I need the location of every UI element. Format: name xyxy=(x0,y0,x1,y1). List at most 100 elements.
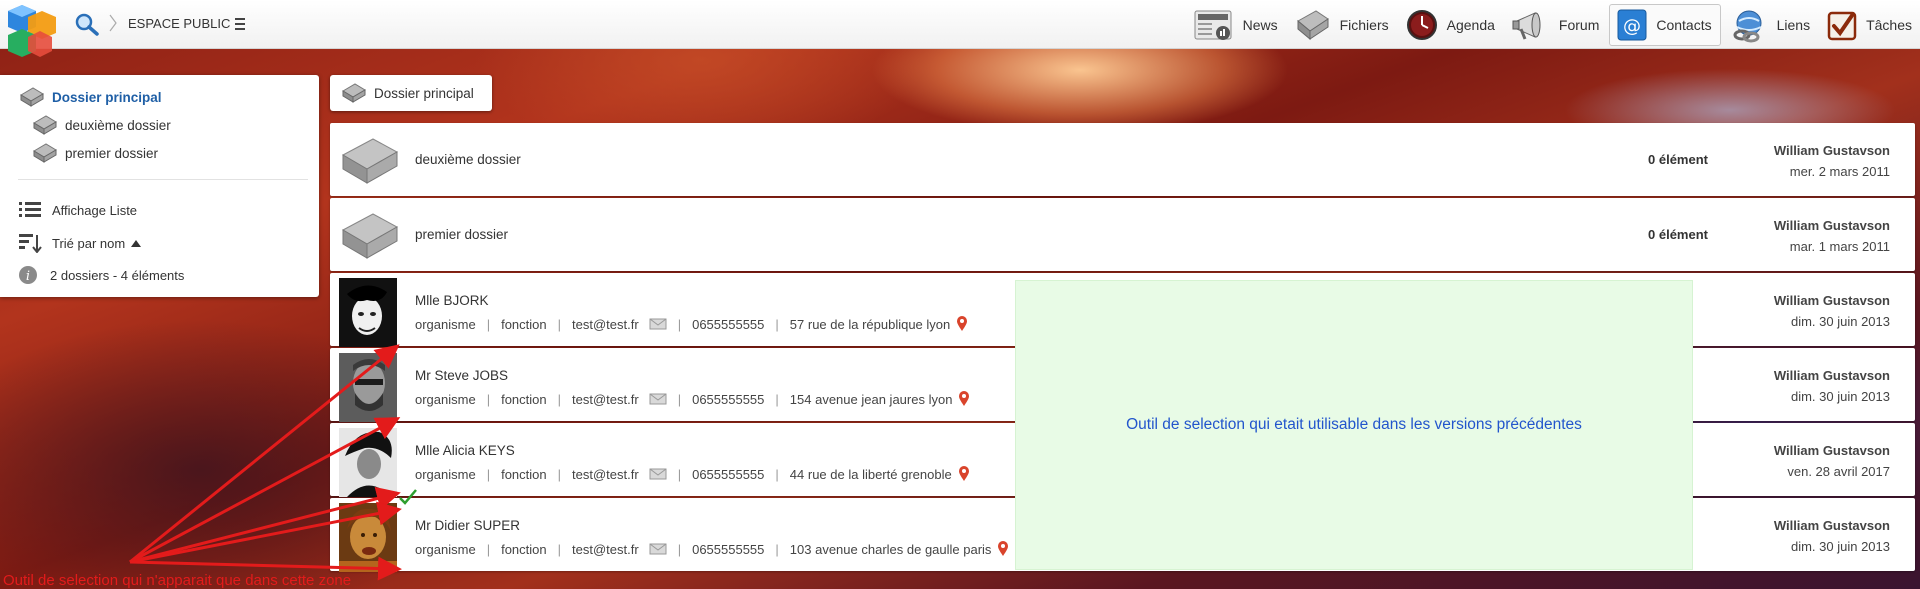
map-pin-icon[interactable] xyxy=(956,316,968,332)
contact-org: organisme xyxy=(415,541,476,557)
red-annotation: Outil de selection qui n'apparait que da… xyxy=(3,572,352,589)
folder-icon xyxy=(33,115,57,135)
folder-info: i 2 dossiers - 4 éléments xyxy=(18,265,184,285)
author: William Gustavson xyxy=(1773,218,1890,233)
select-checkmark-icon[interactable] xyxy=(398,488,418,506)
at-icon: @ xyxy=(1617,9,1647,40)
nav-agenda[interactable]: Agenda xyxy=(1399,4,1503,46)
contact-address: 154 avenue jean jaures lyon xyxy=(789,391,953,407)
top-bar: ESPACE PUBLIC News Fichiers Agenda Forum… xyxy=(0,0,1920,57)
sort-label: Trié par nom xyxy=(52,235,126,251)
nav-forum[interactable]: Forum xyxy=(1505,4,1607,46)
nav-liens-label: Liens xyxy=(1776,16,1811,33)
contact-photo[interactable] xyxy=(339,428,397,497)
contact-email: test@test.fr xyxy=(572,541,639,557)
folder-name: deuxième dossier xyxy=(415,152,521,167)
view-mode-toggle[interactable]: Affichage Liste xyxy=(18,201,137,219)
nav-agenda-label: Agenda xyxy=(1446,16,1495,33)
date: ven. 28 avril 2017 xyxy=(1787,464,1890,479)
contact-name[interactable]: Mr Steve JOBS xyxy=(415,368,508,383)
tree-item-label: Dossier principal xyxy=(52,89,162,105)
sort-icon xyxy=(19,234,42,253)
contact-org: organisme xyxy=(415,466,476,482)
folder-icon xyxy=(20,87,44,107)
contact-role: fonction xyxy=(501,466,547,482)
date: mer. 2 mars 2011 xyxy=(1789,164,1890,179)
contact-email: test@test.fr xyxy=(572,316,639,332)
map-pin-icon[interactable] xyxy=(958,391,970,407)
author: William Gustavson xyxy=(1773,143,1890,158)
contact-org: organisme xyxy=(415,316,476,332)
contact-photo[interactable] xyxy=(339,278,397,347)
folder-info-label: 2 dossiers - 4 éléments xyxy=(50,267,185,283)
green-annotation: Outil de selection qui etait utilisable … xyxy=(1126,416,1582,433)
breadcrumb-label: Dossier principal xyxy=(374,85,474,101)
sort-toggle[interactable]: Trié par nom xyxy=(18,233,142,253)
contact-address: 57 rue de la république lyon xyxy=(789,316,951,332)
large-folder-icon xyxy=(341,138,399,184)
chevron-right-icon xyxy=(109,14,117,32)
tree-item-dossier-principal[interactable]: Dossier principal xyxy=(20,87,162,107)
contact-name[interactable]: Mlle BJORK xyxy=(415,293,489,308)
contact-photo[interactable] xyxy=(339,503,397,572)
list-item-folder[interactable]: deuxième dossier 0 élément William Gusta… xyxy=(330,123,1915,196)
author: William Gustavson xyxy=(1773,293,1890,308)
tree-item-premier-dossier[interactable]: premier dossier xyxy=(33,143,158,163)
module-nav: News Fichiers Agenda Forum @ Contacts Li… xyxy=(1185,0,1920,49)
app-logo[interactable] xyxy=(2,1,66,65)
mail-icon[interactable] xyxy=(649,468,667,480)
contact-name[interactable]: Mr Didier SUPER xyxy=(415,518,520,533)
author: William Gustavson xyxy=(1773,518,1890,533)
mail-icon[interactable] xyxy=(649,318,667,330)
clock-icon xyxy=(1406,9,1437,40)
tree-item-label: deuxième dossier xyxy=(65,117,171,133)
contact-details: organisme | fonction | test@test.fr | 0655… xyxy=(415,316,968,332)
contact-email: test@test.fr xyxy=(572,466,639,482)
newspaper-icon xyxy=(1194,10,1232,40)
mail-icon[interactable] xyxy=(649,543,667,555)
tree-item-deuxieme-dossier[interactable]: deuxième dossier xyxy=(33,115,171,135)
contact-address: 103 avenue charles de gaulle paris xyxy=(789,541,992,557)
list-item-folder[interactable]: premier dossier 0 élément William Gustav… xyxy=(330,198,1915,271)
svg-text:i: i xyxy=(26,269,30,284)
selection-zone-old: Outil de selection qui etait utilisable … xyxy=(1015,280,1693,570)
caret-up-icon xyxy=(131,240,142,247)
contact-role: fonction xyxy=(501,541,547,557)
nav-news-label: News xyxy=(1242,16,1278,33)
checkbox-icon xyxy=(1827,11,1857,40)
contact-phone: 0655555555 xyxy=(692,541,765,557)
author: William Gustavson xyxy=(1773,443,1890,458)
globe-link-icon xyxy=(1733,10,1762,42)
info-icon: i xyxy=(19,266,37,284)
breadcrumb-current-folder[interactable]: Dossier principal xyxy=(330,75,492,111)
large-folder-icon xyxy=(341,213,399,259)
contact-phone: 0655555555 xyxy=(692,316,765,332)
nav-news[interactable]: News xyxy=(1187,4,1286,46)
nav-taches[interactable]: Tâches xyxy=(1820,4,1920,46)
contact-details: organisme | fonction | test@test.fr | 0655… xyxy=(415,391,970,407)
contact-photo[interactable] xyxy=(339,353,397,422)
nav-fichiers[interactable]: Fichiers xyxy=(1288,4,1397,46)
contact-address: 44 rue de la liberté grenoble xyxy=(789,466,952,482)
date: mar. 1 mars 2011 xyxy=(1789,239,1890,254)
contact-details: organisme | fonction | test@test.fr | 0655… xyxy=(415,541,1009,557)
nav-fichiers-label: Fichiers xyxy=(1339,16,1389,33)
map-pin-icon[interactable] xyxy=(997,541,1009,557)
nav-liens[interactable]: Liens xyxy=(1723,4,1818,46)
contact-role: fonction xyxy=(501,316,547,332)
mail-icon[interactable] xyxy=(649,393,667,405)
contact-phone: 0655555555 xyxy=(692,391,765,407)
divider xyxy=(18,179,308,180)
view-mode-label: Affichage Liste xyxy=(52,202,138,218)
tree-item-label: premier dossier xyxy=(65,145,159,161)
folder-panel: Dossier principal deuxième dossier premi… xyxy=(0,75,319,297)
files-icon xyxy=(1296,9,1329,40)
megaphone-icon xyxy=(1512,11,1541,40)
contact-name[interactable]: Mlle Alicia KEYS xyxy=(415,443,515,458)
space-label: ESPACE PUBLIC xyxy=(128,16,231,31)
map-pin-icon[interactable] xyxy=(958,466,970,482)
nav-contacts-label: Contacts xyxy=(1656,16,1712,33)
nav-contacts[interactable]: @ Contacts xyxy=(1609,3,1721,46)
menu-icon[interactable] xyxy=(234,17,246,31)
search-icon[interactable] xyxy=(74,12,100,36)
